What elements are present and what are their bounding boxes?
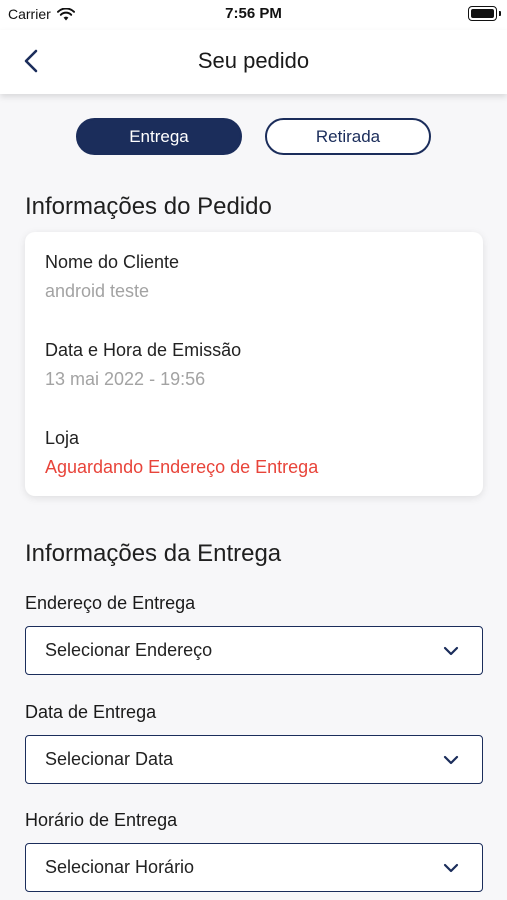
customer-name-value: android teste — [45, 281, 150, 301]
order-info-title: Informações do Pedido — [25, 193, 272, 220]
delivery-time-placeholder: Selecionar Horário — [45, 857, 195, 877]
delivery-info-title: Informações da Entrega — [25, 540, 282, 567]
customer-name-label: Nome do Cliente — [45, 252, 180, 272]
delivery-address-select[interactable]: Selecionar Endereço — [25, 626, 483, 675]
store-value: Aguardando Endereço de Entrega — [45, 457, 319, 477]
store-label: Loja — [45, 428, 80, 448]
delivery-date-select[interactable]: Selecionar Data — [25, 735, 483, 784]
page-title: Seu pedido — [197, 48, 310, 73]
delivery-address-placeholder: Selecionar Endereço — [45, 640, 213, 660]
battery-fill — [471, 9, 494, 18]
delivery-time-select[interactable]: Selecionar Horário — [25, 843, 483, 892]
tab-retirada[interactable]: Retirada — [265, 118, 431, 155]
chevron-down-icon — [443, 755, 459, 765]
delivery-date-placeholder: Selecionar Data — [45, 749, 174, 769]
issue-datetime-value: 13 mai 2022 - 19:56 — [45, 369, 206, 389]
status-time: 7:56 PM — [225, 5, 282, 22]
delivery-address-label: Endereço de Entrega — [25, 593, 196, 613]
delivery-time-label: Horário de Entrega — [25, 810, 178, 830]
delivery-date-label: Data de Entrega — [25, 702, 157, 722]
tab-entrega[interactable]: Entrega — [76, 118, 242, 155]
status-bar: Carrier 7:56 PM — [0, 0, 507, 30]
chevron-down-icon — [443, 646, 459, 656]
battery-icon — [468, 6, 501, 21]
order-info-card: Nome do Cliente android teste Data e Hor… — [25, 232, 483, 496]
issue-datetime-label: Data e Hora de Emissão — [45, 340, 242, 360]
chevron-down-icon — [443, 863, 459, 873]
nav-bar: Seu pedido — [0, 30, 507, 94]
